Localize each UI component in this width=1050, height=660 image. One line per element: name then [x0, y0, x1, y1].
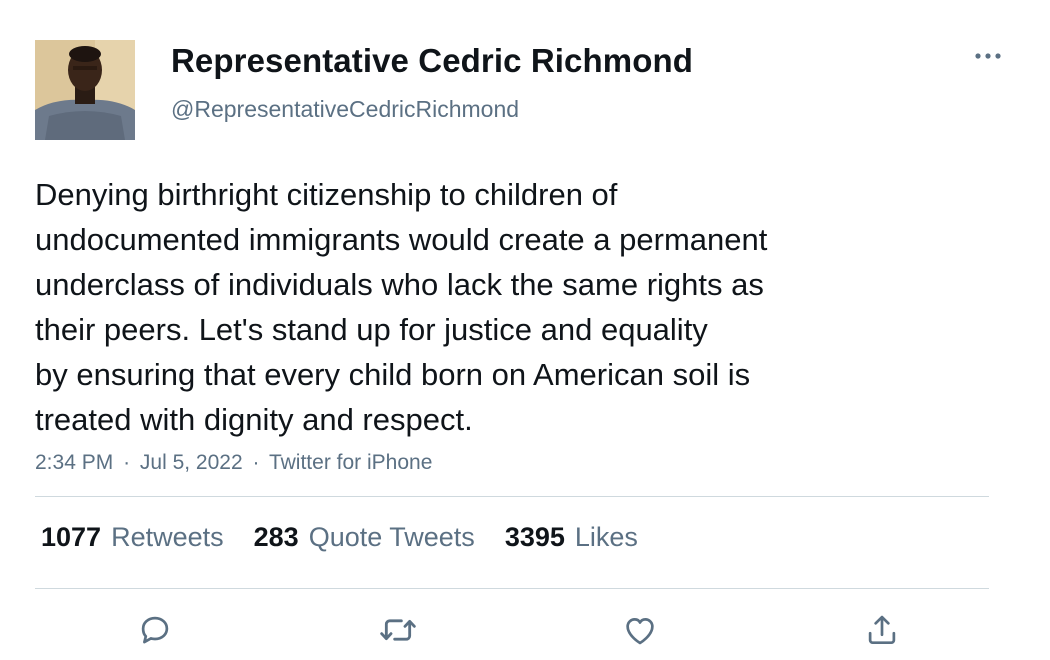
author-handle[interactable]: @RepresentativeCedricRichmond	[171, 96, 519, 123]
tweet-date[interactable]: Jul 5, 2022	[140, 451, 243, 474]
retweets-label: Retweets	[111, 522, 224, 552]
like-button[interactable]	[620, 610, 660, 650]
divider	[35, 496, 989, 497]
likes-stat[interactable]: 3395 Likes	[505, 522, 638, 553]
likes-label: Likes	[574, 522, 638, 552]
divider	[35, 588, 989, 589]
meta-separator: ·	[123, 451, 131, 474]
tweet-metadata: 2:34 PM · Jul 5, 2022 · Twitter for iPho…	[35, 451, 432, 475]
quote-tweets-label: Quote Tweets	[308, 522, 475, 552]
tweet-text: Denying birthright citizenship to childr…	[35, 172, 975, 442]
tweet-text-line: by ensuring that every child born on Ame…	[35, 357, 751, 392]
tweet-text-line: underclass of individuals who lack the s…	[35, 267, 764, 302]
retweets-count: 1077	[41, 522, 102, 552]
quote-tweets-count: 283	[253, 522, 299, 552]
likes-count: 3395	[504, 522, 565, 552]
reply-button[interactable]	[135, 610, 175, 650]
tweet-stats: 1077 Retweets 283 Quote Tweets 3395 Like…	[41, 522, 668, 553]
tweet-text-line: Denying birthright citizenship to childr…	[35, 177, 618, 212]
reply-icon	[141, 616, 169, 644]
avatar-photo	[35, 40, 135, 140]
tweet-card: Representative Cedric Richmond @Represen…	[0, 0, 1050, 660]
meta-separator: ·	[252, 451, 260, 474]
avatar[interactable]	[35, 40, 135, 140]
author-display-name[interactable]: Representative Cedric Richmond	[171, 42, 693, 80]
retweet-icon	[380, 619, 416, 641]
tweet-time[interactable]: 2:34 PM	[35, 451, 113, 474]
tweet-text-line: undocumented immigrants would create a p…	[35, 222, 768, 257]
quote-tweets-stat[interactable]: 283 Quote Tweets	[254, 522, 475, 553]
more-options-button[interactable]	[972, 44, 1004, 68]
tweet-text-line: their peers. Let's stand up for justice …	[35, 312, 708, 347]
share-button[interactable]	[862, 610, 902, 650]
heart-icon	[626, 618, 654, 645]
retweet-button[interactable]	[378, 610, 418, 650]
share-icon	[868, 615, 896, 645]
tweet-source[interactable]: Twitter for iPhone	[269, 451, 432, 474]
retweets-stat[interactable]: 1077 Retweets	[41, 522, 224, 553]
more-dots-icon	[975, 53, 1001, 59]
tweet-text-line: treated with dignity and respect.	[35, 402, 473, 437]
